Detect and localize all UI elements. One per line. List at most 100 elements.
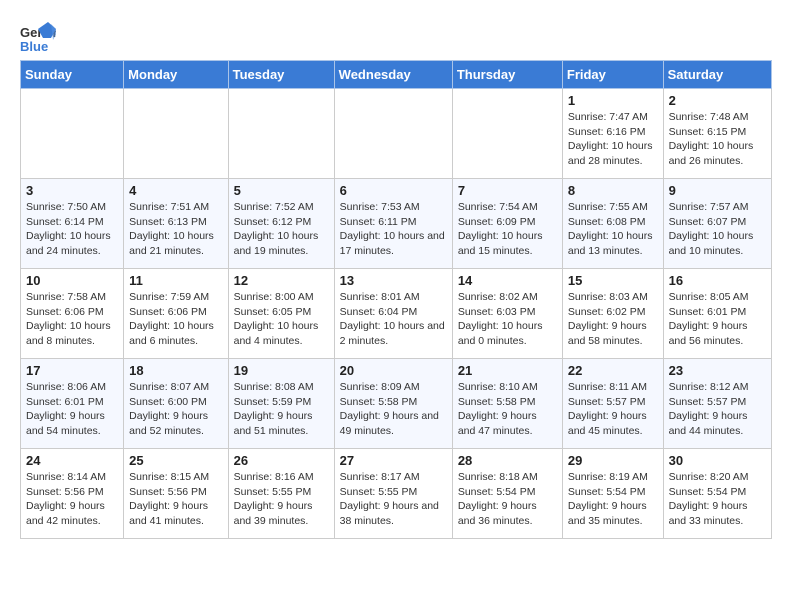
- day-number: 26: [234, 453, 329, 468]
- day-number: 15: [568, 273, 658, 288]
- day-number: 13: [340, 273, 447, 288]
- calendar-cell: 10 Sunrise: 7:58 AM Sunset: 6:06 PM Dayli…: [21, 269, 124, 359]
- day-info: Sunrise: 8:09 AM Sunset: 5:58 PM Dayligh…: [340, 380, 447, 439]
- day-number: 14: [458, 273, 557, 288]
- day-number: 3: [26, 183, 118, 198]
- day-header-sunday: Sunday: [21, 61, 124, 89]
- calendar-cell: [21, 89, 124, 179]
- logo-container: General Blue: [20, 20, 56, 56]
- day-info: Sunrise: 7:59 AM Sunset: 6:06 PM Dayligh…: [129, 290, 222, 349]
- day-number: 22: [568, 363, 658, 378]
- day-header-wednesday: Wednesday: [334, 61, 452, 89]
- day-info: Sunrise: 7:47 AM Sunset: 6:16 PM Dayligh…: [568, 110, 658, 169]
- calendar-cell: 9 Sunrise: 7:57 AM Sunset: 6:07 PM Daylig…: [663, 179, 771, 269]
- calendar-cell: 20 Sunrise: 8:09 AM Sunset: 5:58 PM Dayli…: [334, 359, 452, 449]
- calendar-cell: 24Sunrise: 8:14 AM Sunset: 5:56 PM Dayli…: [21, 449, 124, 539]
- day-header-tuesday: Tuesday: [228, 61, 334, 89]
- day-info: Sunrise: 8:02 AM Sunset: 6:03 PM Dayligh…: [458, 290, 557, 349]
- calendar-cell: 30 Sunrise: 8:20 AM Sunset: 5:54 PM Dayli…: [663, 449, 771, 539]
- day-info: Sunrise: 8:08 AM Sunset: 5:59 PM Dayligh…: [234, 380, 329, 439]
- calendar-cell: [124, 89, 228, 179]
- day-info: Sunrise: 8:12 AM Sunset: 5:57 PM Dayligh…: [669, 380, 766, 439]
- day-number: 30: [669, 453, 766, 468]
- day-info: Sunrise: 8:06 AM Sunset: 6:01 PM Dayligh…: [26, 380, 118, 439]
- day-number: 28: [458, 453, 557, 468]
- day-info: Sunrise: 7:55 AM Sunset: 6:08 PM Dayligh…: [568, 200, 658, 259]
- calendar-cell: 28 Sunrise: 8:18 AM Sunset: 5:54 PM Dayli…: [452, 449, 562, 539]
- day-header-monday: Monday: [124, 61, 228, 89]
- day-number: 25: [129, 453, 222, 468]
- day-number: 8: [568, 183, 658, 198]
- calendar-cell: 4 Sunrise: 7:51 AM Sunset: 6:13 PM Daylig…: [124, 179, 228, 269]
- day-info: Sunrise: 8:07 AM Sunset: 6:00 PM Dayligh…: [129, 380, 222, 439]
- calendar-cell: 22 Sunrise: 8:11 AM Sunset: 5:57 PM Dayli…: [562, 359, 663, 449]
- day-number: 5: [234, 183, 329, 198]
- day-info: Sunrise: 7:51 AM Sunset: 6:13 PM Dayligh…: [129, 200, 222, 259]
- svg-text:Blue: Blue: [20, 39, 48, 54]
- calendar-cell: 16 Sunrise: 8:05 AM Sunset: 6:01 PM Dayli…: [663, 269, 771, 359]
- day-number: 9: [669, 183, 766, 198]
- day-number: 11: [129, 273, 222, 288]
- day-header-thursday: Thursday: [452, 61, 562, 89]
- day-info: Sunrise: 8:19 AM Sunset: 5:54 PM Dayligh…: [568, 470, 658, 529]
- calendar-cell: 26Sunrise: 8:16 AM Sunset: 5:55 PM Dayli…: [228, 449, 334, 539]
- day-info: Sunrise: 7:48 AM Sunset: 6:15 PM Dayligh…: [669, 110, 766, 169]
- day-number: 4: [129, 183, 222, 198]
- day-info: Sunrise: 8:18 AM Sunset: 5:54 PM Dayligh…: [458, 470, 557, 529]
- week-row-2: 3Sunrise: 7:50 AM Sunset: 6:14 PM Daylig…: [21, 179, 772, 269]
- calendar-cell: [334, 89, 452, 179]
- calendar-cell: 17 Sunrise: 8:06 AM Sunset: 6:01 PM Dayli…: [21, 359, 124, 449]
- week-row-3: 10 Sunrise: 7:58 AM Sunset: 6:06 PM Dayli…: [21, 269, 772, 359]
- day-number: 29: [568, 453, 658, 468]
- day-info: Sunrise: 8:01 AM Sunset: 6:04 PM Dayligh…: [340, 290, 447, 349]
- day-info: Sunrise: 8:20 AM Sunset: 5:54 PM Dayligh…: [669, 470, 766, 529]
- calendar-table: SundayMondayTuesdayWednesdayThursdayFrid…: [20, 60, 772, 539]
- day-number: 18: [129, 363, 222, 378]
- calendar-cell: 18 Sunrise: 8:07 AM Sunset: 6:00 PM Dayli…: [124, 359, 228, 449]
- calendar-cell: 14 Sunrise: 8:02 AM Sunset: 6:03 PM Dayli…: [452, 269, 562, 359]
- day-info: Sunrise: 8:15 AM Sunset: 5:56 PM Dayligh…: [129, 470, 222, 529]
- day-number: 2: [669, 93, 766, 108]
- calendar-cell: 7 Sunrise: 7:54 AM Sunset: 6:09 PM Daylig…: [452, 179, 562, 269]
- logo-svg-icon: General Blue: [20, 20, 56, 56]
- day-info: Sunrise: 8:05 AM Sunset: 6:01 PM Dayligh…: [669, 290, 766, 349]
- day-header-saturday: Saturday: [663, 61, 771, 89]
- calendar-cell: 11 Sunrise: 7:59 AM Sunset: 6:06 PM Dayli…: [124, 269, 228, 359]
- day-info: Sunrise: 8:10 AM Sunset: 5:58 PM Dayligh…: [458, 380, 557, 439]
- day-number: 10: [26, 273, 118, 288]
- day-info: Sunrise: 7:57 AM Sunset: 6:07 PM Dayligh…: [669, 200, 766, 259]
- calendar-cell: 27Sunrise: 8:17 AM Sunset: 5:55 PM Dayli…: [334, 449, 452, 539]
- day-number: 20: [340, 363, 447, 378]
- day-number: 7: [458, 183, 557, 198]
- calendar-cell: 21 Sunrise: 8:10 AM Sunset: 5:58 PM Dayli…: [452, 359, 562, 449]
- calendar-cell: 3Sunrise: 7:50 AM Sunset: 6:14 PM Daylig…: [21, 179, 124, 269]
- calendar-cell: 8 Sunrise: 7:55 AM Sunset: 6:08 PM Daylig…: [562, 179, 663, 269]
- calendar-cell: 1Sunrise: 7:47 AM Sunset: 6:16 PM Daylig…: [562, 89, 663, 179]
- day-number: 27: [340, 453, 447, 468]
- week-row-1: 1Sunrise: 7:47 AM Sunset: 6:16 PM Daylig…: [21, 89, 772, 179]
- days-header-row: SundayMondayTuesdayWednesdayThursdayFrid…: [21, 61, 772, 89]
- calendar-cell: 6 Sunrise: 7:53 AM Sunset: 6:11 PM Daylig…: [334, 179, 452, 269]
- day-number: 21: [458, 363, 557, 378]
- day-info: Sunrise: 7:52 AM Sunset: 6:12 PM Dayligh…: [234, 200, 329, 259]
- day-info: Sunrise: 8:00 AM Sunset: 6:05 PM Dayligh…: [234, 290, 329, 349]
- calendar-cell: 29 Sunrise: 8:19 AM Sunset: 5:54 PM Dayli…: [562, 449, 663, 539]
- calendar-cell: [452, 89, 562, 179]
- day-number: 16: [669, 273, 766, 288]
- day-info: Sunrise: 7:58 AM Sunset: 6:06 PM Dayligh…: [26, 290, 118, 349]
- calendar-cell: 12Sunrise: 8:00 AM Sunset: 6:05 PM Dayli…: [228, 269, 334, 359]
- calendar-cell: 23Sunrise: 8:12 AM Sunset: 5:57 PM Dayli…: [663, 359, 771, 449]
- calendar-cell: 5 Sunrise: 7:52 AM Sunset: 6:12 PM Daylig…: [228, 179, 334, 269]
- day-info: Sunrise: 7:53 AM Sunset: 6:11 PM Dayligh…: [340, 200, 447, 259]
- day-info: Sunrise: 8:14 AM Sunset: 5:56 PM Dayligh…: [26, 470, 118, 529]
- day-header-friday: Friday: [562, 61, 663, 89]
- page-header: General Blue: [20, 20, 772, 56]
- logo: General Blue: [20, 20, 56, 56]
- calendar-cell: 25 Sunrise: 8:15 AM Sunset: 5:56 PM Dayli…: [124, 449, 228, 539]
- day-number: 17: [26, 363, 118, 378]
- day-info: Sunrise: 8:11 AM Sunset: 5:57 PM Dayligh…: [568, 380, 658, 439]
- calendar-cell: 19Sunrise: 8:08 AM Sunset: 5:59 PM Dayli…: [228, 359, 334, 449]
- calendar-cell: [228, 89, 334, 179]
- day-info: Sunrise: 7:54 AM Sunset: 6:09 PM Dayligh…: [458, 200, 557, 259]
- day-number: 6: [340, 183, 447, 198]
